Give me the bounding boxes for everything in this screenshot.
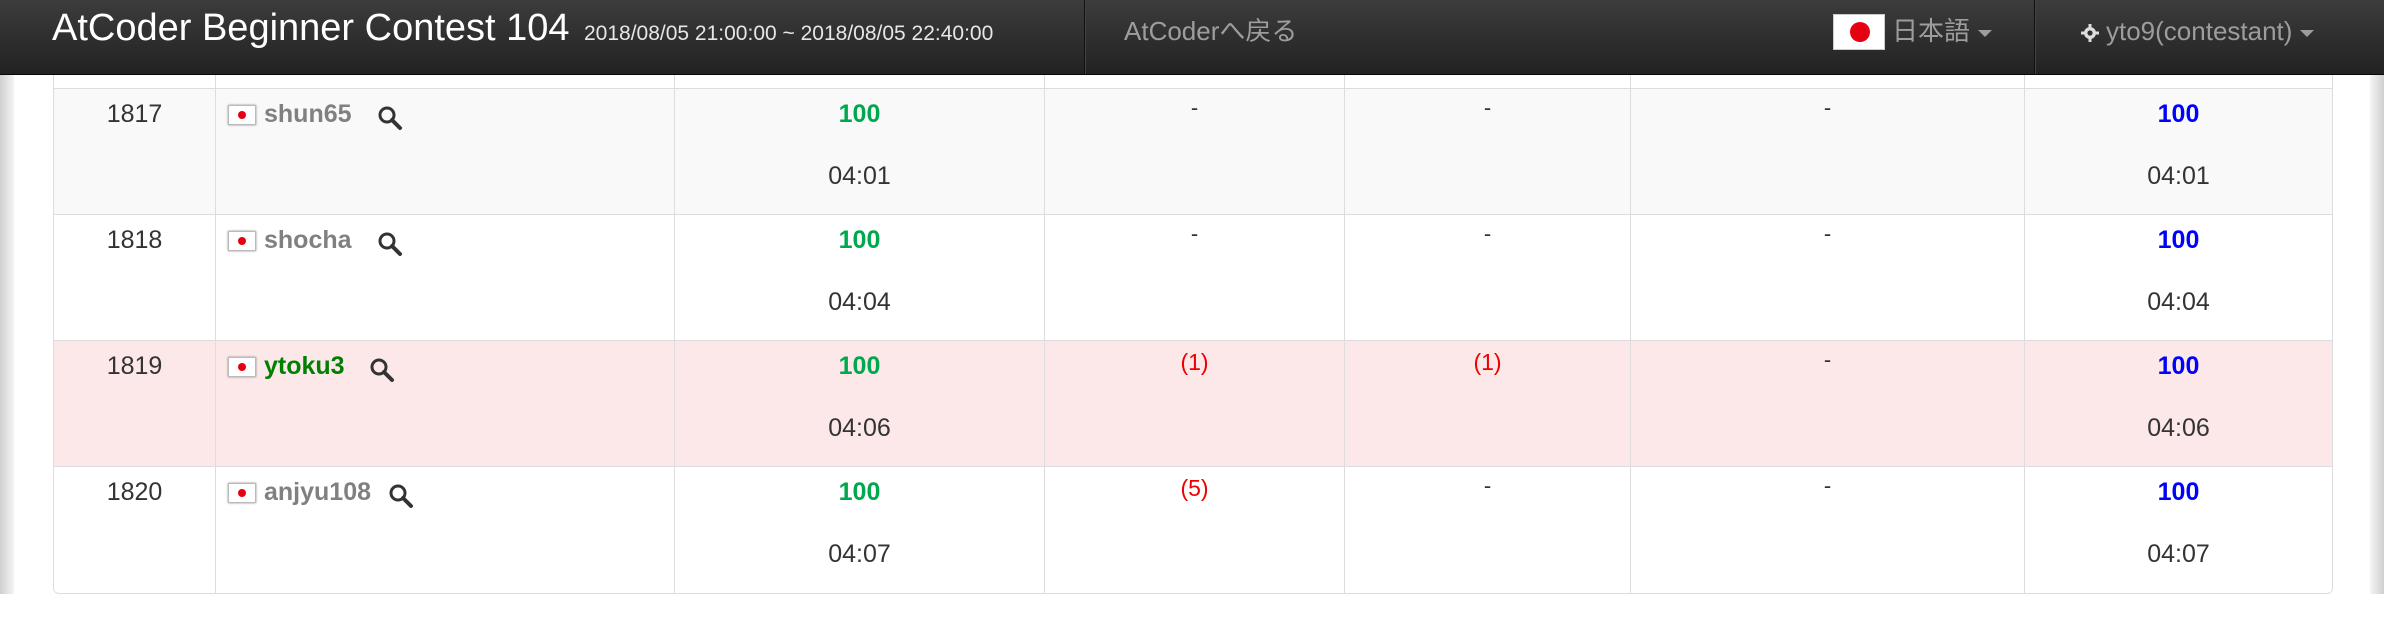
japan-flag-icon[interactable] bbox=[1833, 14, 1885, 50]
username-link[interactable]: anjyu108 bbox=[264, 478, 371, 507]
problem-a-score[interactable]: 100 bbox=[675, 99, 1044, 129]
japan-flag-icon bbox=[228, 357, 256, 377]
problem-c-cell: - bbox=[1345, 215, 1630, 341]
column-divider bbox=[1344, 74, 1345, 593]
chevron-down-icon bbox=[2300, 29, 2315, 37]
total-time: 04:04 bbox=[2147, 288, 2210, 316]
left-page-shadow bbox=[0, 0, 14, 618]
problem-b-result: - bbox=[1190, 221, 1199, 246]
problem-d-result: - bbox=[1823, 95, 1832, 120]
top-navbar: AtCoder Beginner Contest 104 2018/08/05 … bbox=[0, 0, 2384, 75]
search-icon[interactable] bbox=[388, 483, 414, 509]
search-icon[interactable] bbox=[369, 357, 395, 383]
back-to-atcoder-link[interactable]: AtCoderへ戻る bbox=[1124, 0, 1297, 66]
problem-d-cell: - bbox=[1631, 467, 2024, 593]
table-row: 1820 anjyu108 100 04:07 (5) - - 100 04:0… bbox=[54, 466, 2332, 592]
contest-brand[interactable]: AtCoder Beginner Contest 104 2018/08/05 … bbox=[52, 0, 993, 66]
problem-c-cell: - bbox=[1345, 89, 1630, 215]
problem-d-result: - bbox=[1823, 347, 1832, 372]
problem-a-cell: 100 04:07 bbox=[675, 467, 1044, 593]
language-label: 日本語 bbox=[1892, 16, 1971, 46]
column-divider bbox=[215, 74, 216, 593]
problem-a-time: 04:06 bbox=[828, 414, 891, 442]
problem-a-score[interactable]: 100 bbox=[675, 477, 1044, 507]
problem-b-cell: - bbox=[1045, 89, 1344, 215]
user-cell: ytoku3 bbox=[216, 341, 674, 467]
user-menu-dropdown[interactable]: yto9(contestant) bbox=[2080, 0, 2315, 66]
problem-c-result: - bbox=[1483, 473, 1492, 498]
problem-d-result: - bbox=[1823, 473, 1832, 498]
rank-cell: 1819 bbox=[106, 352, 163, 380]
total-score: 100 bbox=[2157, 100, 2200, 128]
japan-flag-icon bbox=[228, 483, 256, 503]
total-score: 100 bbox=[2157, 352, 2200, 380]
page-bottom-margin bbox=[0, 594, 2384, 618]
chevron-down-icon bbox=[1978, 29, 1993, 37]
contest-time: 2018/08/05 21:00:00 ~ 2018/08/05 22:40:0… bbox=[584, 22, 994, 45]
username-link[interactable]: ytoku3 bbox=[264, 352, 345, 381]
japan-flag-icon bbox=[228, 105, 256, 125]
total-cell: 100 04:01 bbox=[2025, 89, 2332, 215]
total-time: 04:06 bbox=[2147, 414, 2210, 442]
problem-a-time: 04:01 bbox=[828, 162, 891, 190]
problem-b-result[interactable]: (1) bbox=[1045, 349, 1344, 376]
search-icon[interactable] bbox=[377, 105, 403, 131]
column-divider bbox=[2024, 74, 2025, 593]
problem-d-cell: - bbox=[1631, 341, 2024, 467]
problem-b-cell: (1) bbox=[1045, 341, 1344, 467]
total-cell: 100 04:04 bbox=[2025, 215, 2332, 341]
problem-c-result: - bbox=[1483, 221, 1492, 246]
problem-b-cell: (5) bbox=[1045, 467, 1344, 593]
rank-cell: 1817 bbox=[106, 100, 163, 128]
total-time: 04:01 bbox=[2147, 162, 2210, 190]
standings-table: 1817 shun65 100 04:01 - - - 100 04:01 18… bbox=[53, 74, 2333, 594]
problem-a-cell: 100 04:06 bbox=[675, 341, 1044, 467]
table-row: 1817 shun65 100 04:01 - - - 100 04:01 bbox=[54, 88, 2332, 214]
column-divider bbox=[1044, 74, 1045, 593]
japan-flag-icon bbox=[228, 231, 256, 251]
problem-b-result[interactable]: (5) bbox=[1045, 475, 1344, 502]
previous-row-stub bbox=[54, 74, 2332, 88]
problem-c-result[interactable]: (1) bbox=[1345, 349, 1630, 376]
total-score: 100 bbox=[2157, 226, 2200, 254]
problem-c-cell: (1) bbox=[1345, 341, 1630, 467]
language-dropdown[interactable]: 日本語 bbox=[1892, 0, 1993, 66]
rank-cell: 1818 bbox=[106, 226, 163, 254]
problem-d-result: - bbox=[1823, 221, 1832, 246]
table-row-current-user: 1819 ytoku3 100 04:06 (1) (1) - 100 04:0… bbox=[54, 340, 2332, 466]
problem-c-cell: - bbox=[1345, 467, 1630, 593]
problem-b-result: - bbox=[1190, 95, 1199, 120]
total-cell: 100 04:07 bbox=[2025, 467, 2332, 593]
nav-divider bbox=[2034, 0, 2035, 74]
column-divider bbox=[1630, 74, 1631, 593]
problem-d-cell: - bbox=[1631, 89, 2024, 215]
user-menu-label: yto9(contestant) bbox=[2106, 16, 2293, 46]
page: AtCoder Beginner Contest 104 2018/08/05 … bbox=[0, 0, 2384, 618]
right-page-shadow bbox=[2370, 0, 2384, 618]
search-icon[interactable] bbox=[377, 231, 403, 257]
problem-a-time: 04:07 bbox=[828, 540, 891, 568]
problem-a-score[interactable]: 100 bbox=[675, 225, 1044, 255]
user-cell: shocha bbox=[216, 215, 674, 341]
username-link[interactable]: shun65 bbox=[264, 100, 352, 129]
total-time: 04:07 bbox=[2147, 540, 2210, 568]
total-score: 100 bbox=[2157, 478, 2200, 506]
problem-c-result: - bbox=[1483, 95, 1492, 120]
problem-a-score[interactable]: 100 bbox=[675, 351, 1044, 381]
gear-icon bbox=[2081, 24, 2099, 43]
total-cell: 100 04:06 bbox=[2025, 341, 2332, 467]
nav-divider bbox=[1084, 0, 1085, 74]
table-row: 1818 shocha 100 04:04 - - - 100 04:04 bbox=[54, 214, 2332, 340]
rank-cell: 1820 bbox=[106, 478, 163, 506]
username-link[interactable]: shocha bbox=[264, 226, 352, 255]
problem-b-cell: - bbox=[1045, 215, 1344, 341]
problem-d-cell: - bbox=[1631, 215, 2024, 341]
column-divider bbox=[674, 74, 675, 593]
user-cell: anjyu108 bbox=[216, 467, 674, 593]
problem-a-time: 04:04 bbox=[828, 288, 891, 316]
problem-a-cell: 100 04:01 bbox=[675, 89, 1044, 215]
user-cell: shun65 bbox=[216, 89, 674, 215]
problem-a-cell: 100 04:04 bbox=[675, 215, 1044, 341]
contest-title[interactable]: AtCoder Beginner Contest 104 bbox=[52, 7, 570, 49]
